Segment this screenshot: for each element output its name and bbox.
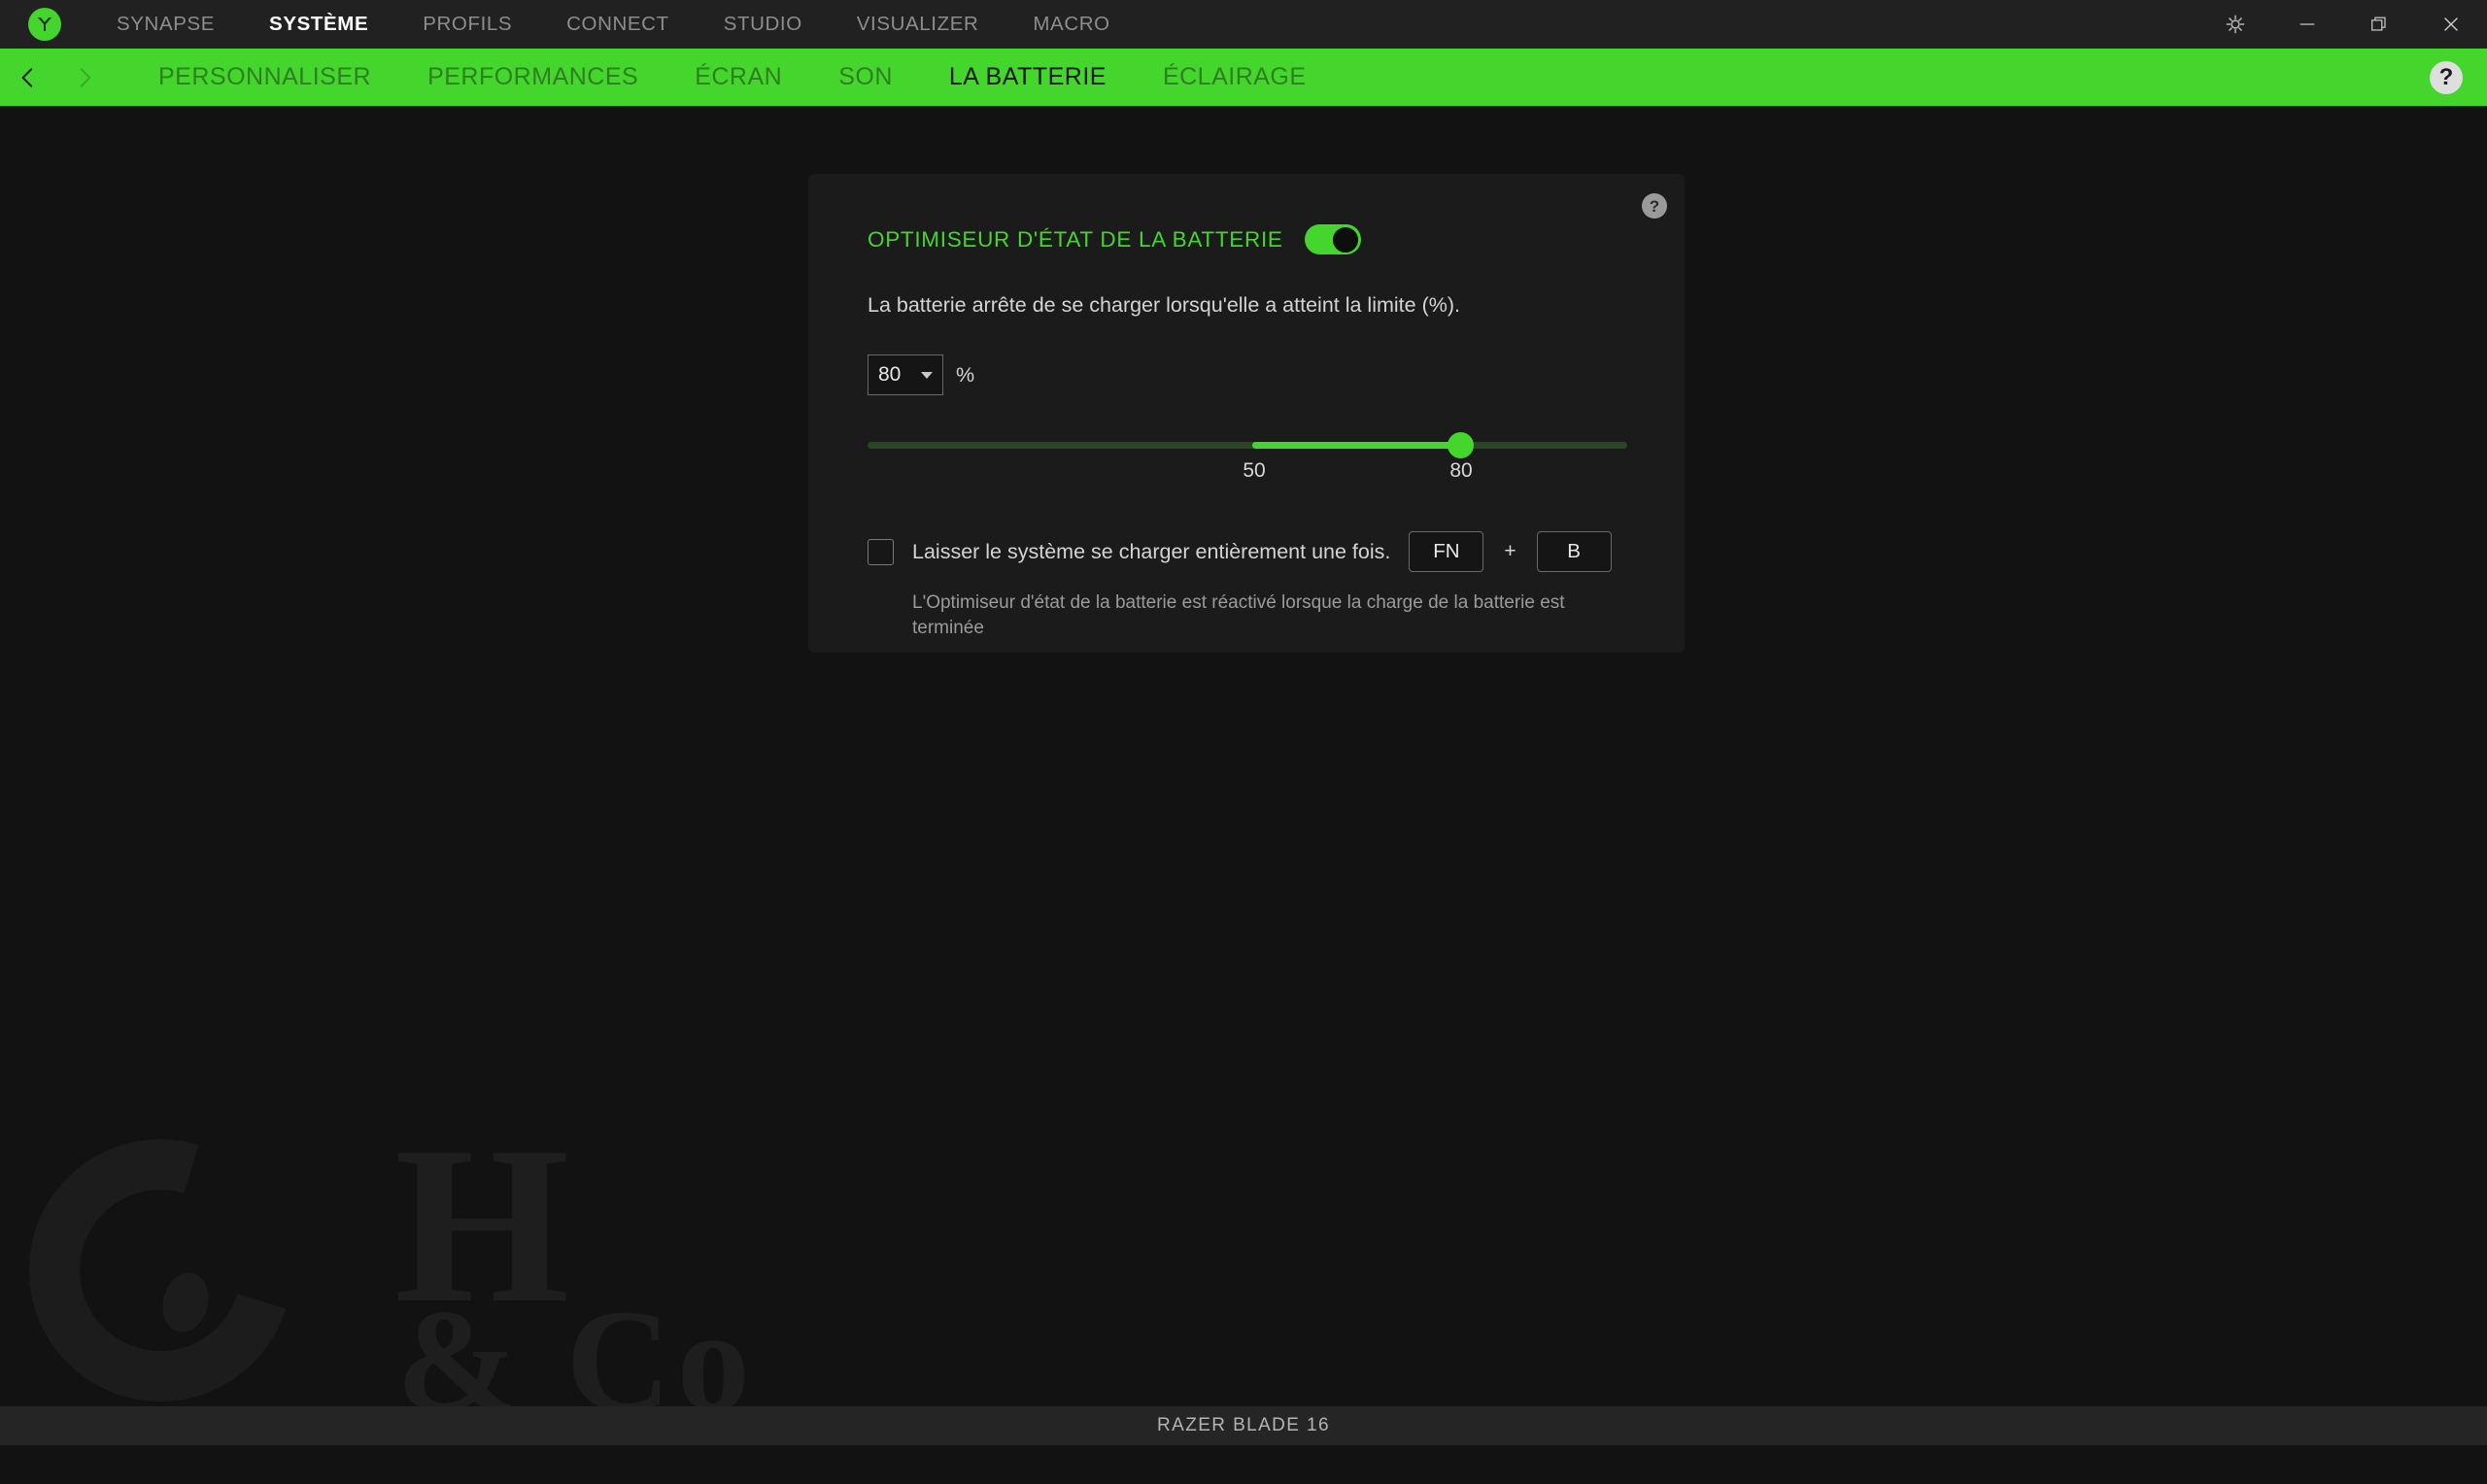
subtab-ecran[interactable]: ÉCRAN (666, 49, 810, 106)
battery-optimizer-toggle[interactable] (1304, 224, 1361, 254)
title-bar: SYNAPSE SYSTÈME PROFILS CONNECT STUDIO V… (0, 0, 2487, 49)
slider-tick-value: 80 (1449, 459, 1473, 482)
section-title: OPTIMISEUR D'ÉTAT DE LA BATTERIE (868, 226, 1283, 252)
secondary-nav-bar: PERSONNALISER PERFORMANCES ÉCRAN SON LA … (0, 49, 2487, 106)
full-charge-once-checkbox[interactable] (868, 538, 894, 565)
chevron-down-icon (921, 371, 933, 379)
reactivation-note: L'Optimiseur d'état de la batterie est r… (912, 592, 1565, 639)
minimize-icon[interactable] (2271, 0, 2343, 49)
razer-logo-icon (28, 8, 61, 41)
razer-snake-glyph (38, 17, 51, 31)
tab-studio[interactable]: STUDIO (697, 0, 830, 49)
shortcut-key-fn[interactable]: FN (1409, 531, 1484, 572)
help-button[interactable]: ? (2430, 61, 2463, 94)
tab-systeme[interactable]: SYSTÈME (242, 0, 395, 49)
shortcut-key-b[interactable]: B (1536, 531, 1612, 572)
chevron-right-icon[interactable] (56, 49, 113, 106)
subtab-personnaliser[interactable]: PERSONNALISER (130, 49, 399, 106)
percent-symbol: % (956, 362, 975, 387)
subtab-eclairage[interactable]: ÉCLAIRAGE (1135, 49, 1335, 106)
restore-icon[interactable] (2343, 0, 2415, 49)
device-name: RAZER BLADE 16 (1157, 1415, 1330, 1435)
chevron-left-icon[interactable] (0, 49, 56, 106)
close-icon[interactable] (2415, 0, 2487, 49)
background-watermark: H & Co (0, 1086, 816, 1445)
toggle-knob (1332, 225, 1360, 253)
tab-macro[interactable]: MACRO (1005, 0, 1137, 49)
window-controls (2199, 0, 2487, 49)
slider-tick-min: 50 (1243, 459, 1266, 482)
settings-gear-icon[interactable] (2199, 0, 2271, 49)
primary-tab-bar: SYNAPSE SYSTÈME PROFILS CONNECT STUDIO V… (89, 0, 1138, 49)
tab-profils[interactable]: PROFILS (395, 0, 539, 49)
section-header-row: OPTIMISEUR D'ÉTAT DE LA BATTERIE (868, 224, 1685, 254)
slider-fill (1252, 442, 1461, 449)
watermark-letter: H (394, 1100, 570, 1350)
limit-slider[interactable]: 50 80 (868, 432, 1627, 489)
slider-thumb[interactable] (1448, 432, 1474, 458)
battery-health-optimizer-card: ? OPTIMISEUR D'ÉTAT DE LA BATTERIE La ba… (808, 174, 1685, 653)
limit-select[interactable]: 80 (868, 354, 943, 395)
limit-select-row: 80 % (868, 354, 1685, 395)
slider-track[interactable] (868, 442, 1627, 449)
tab-synapse[interactable]: SYNAPSE (89, 0, 242, 49)
watermark-dot-icon (156, 1267, 215, 1337)
watermark-ring-icon (0, 1093, 338, 1445)
full-charge-once-row: Laisser le système se charger entièremen… (868, 531, 1685, 572)
subtab-la-batterie[interactable]: LA BATTERIE (921, 49, 1135, 106)
limit-description: La batterie arrête de se charger lorsqu'… (868, 293, 1460, 317)
status-bar: RAZER BLADE 16 (0, 1406, 2487, 1445)
subtab-son[interactable]: SON (810, 49, 921, 106)
card-help-icon[interactable]: ? (1642, 193, 1667, 219)
tab-connect[interactable]: CONNECT (539, 0, 697, 49)
full-charge-once-label: Laisser le système se charger entièremen… (912, 539, 1391, 563)
shortcut-plus: + (1504, 540, 1516, 562)
app-logo[interactable] (0, 0, 89, 49)
secondary-tab-list: PERSONNALISER PERFORMANCES ÉCRAN SON LA … (130, 49, 1335, 106)
content-area: H & Co ? OPTIMISEUR D'ÉTAT DE LA BATTERI… (0, 106, 2487, 1445)
limit-select-value: 80 (878, 363, 902, 386)
tab-visualizer[interactable]: VISUALIZER (830, 0, 1006, 49)
subtab-performances[interactable]: PERFORMANCES (399, 49, 666, 106)
